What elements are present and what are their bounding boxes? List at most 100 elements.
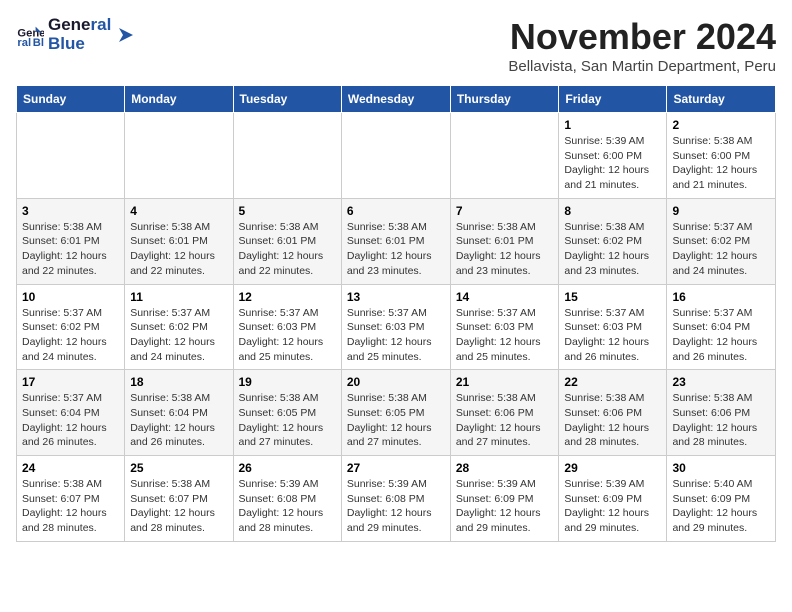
day-number: 13 (347, 290, 445, 304)
calendar-cell: 19 Sunrise: 5:38 AM Sunset: 6:05 PM Dayli… (233, 370, 341, 456)
logo-general: General (48, 16, 111, 35)
day-info: Sunrise: 5:38 AM Sunset: 6:07 PM Dayligh… (130, 477, 227, 536)
page-header: Gene ral Blue General Blue November 2024… (16, 16, 776, 75)
calendar-cell: 13 Sunrise: 5:37 AM Sunset: 6:03 PM Dayli… (341, 284, 450, 370)
day-number: 21 (456, 375, 554, 389)
day-info: Sunrise: 5:39 AM Sunset: 6:09 PM Dayligh… (564, 477, 661, 536)
calendar-cell: 6Sunrise: 5:38 AM Sunset: 6:01 PM Daylig… (341, 198, 450, 284)
day-number: 1 (564, 118, 661, 132)
calendar-cell: 9 Sunrise: 5:37 AM Sunset: 6:02 PM Daylig… (667, 198, 776, 284)
day-number: 29 (564, 461, 661, 475)
calendar-week-row: 3 Sunrise: 5:38 AM Sunset: 6:01 PM Daylig… (17, 198, 776, 284)
day-number: 18 (130, 375, 227, 389)
day-number: 23 (672, 375, 770, 389)
weekday-header-tuesday: Tuesday (233, 86, 341, 113)
day-number: 9 (672, 204, 770, 218)
day-info: Sunrise: 5:38 AM Sunset: 6:00 PM Dayligh… (672, 134, 770, 193)
day-info: Sunrise: 5:37 AM Sunset: 6:03 PM Dayligh… (347, 306, 445, 365)
day-info: Sunrise: 5:38 AM Sunset: 6:04 PM Dayligh… (130, 391, 227, 450)
calendar-header-row: SundayMondayTuesdayWednesdayThursdayFrid… (17, 86, 776, 113)
day-info: Sunrise: 5:38 AM Sunset: 6:01 PM Dayligh… (456, 220, 554, 279)
day-number: 25 (130, 461, 227, 475)
logo-blue: Blue (48, 35, 111, 54)
calendar-cell: 23 Sunrise: 5:38 AM Sunset: 6:06 PM Dayli… (667, 370, 776, 456)
day-info: Sunrise: 5:38 AM Sunset: 6:01 PM Dayligh… (22, 220, 119, 279)
day-info: Sunrise: 5:38 AM Sunset: 6:05 PM Dayligh… (239, 391, 336, 450)
logo-icon: Gene ral Blue (16, 21, 44, 49)
day-info: Sunrise: 5:40 AM Sunset: 6:09 PM Dayligh… (672, 477, 770, 536)
day-number: 3 (22, 204, 119, 218)
calendar-cell: 29 Sunrise: 5:39 AM Sunset: 6:09 PM Dayli… (559, 456, 667, 542)
day-info: Sunrise: 5:38 AM Sunset: 6:01 PM Dayligh… (239, 220, 336, 279)
calendar-cell: 4 Sunrise: 5:38 AM Sunset: 6:01 PM Daylig… (125, 198, 233, 284)
day-info: Sunrise: 5:38 AM Sunset: 6:06 PM Dayligh… (672, 391, 770, 450)
day-number: 15 (564, 290, 661, 304)
day-number: 4 (130, 204, 227, 218)
calendar-cell: 3 Sunrise: 5:38 AM Sunset: 6:01 PM Daylig… (17, 198, 125, 284)
day-number: 17 (22, 375, 119, 389)
calendar-cell: 14Sunrise: 5:37 AM Sunset: 6:03 PM Dayli… (450, 284, 559, 370)
calendar-cell: 8Sunrise: 5:38 AM Sunset: 6:02 PM Daylig… (559, 198, 667, 284)
day-number: 8 (564, 204, 661, 218)
day-number: 28 (456, 461, 554, 475)
day-info: Sunrise: 5:37 AM Sunset: 6:02 PM Dayligh… (672, 220, 770, 279)
calendar-cell: 15 Sunrise: 5:37 AM Sunset: 6:03 PM Dayli… (559, 284, 667, 370)
calendar-cell: 1Sunrise: 5:39 AM Sunset: 6:00 PM Daylig… (559, 113, 667, 199)
day-number: 19 (239, 375, 336, 389)
calendar-table: SundayMondayTuesdayWednesdayThursdayFrid… (16, 85, 776, 542)
calendar-week-row: 10 Sunrise: 5:37 AM Sunset: 6:02 PM Dayli… (17, 284, 776, 370)
calendar-cell: 16Sunrise: 5:37 AM Sunset: 6:04 PM Dayli… (667, 284, 776, 370)
weekday-header-sunday: Sunday (17, 86, 125, 113)
weekday-header-thursday: Thursday (450, 86, 559, 113)
calendar-cell: 25 Sunrise: 5:38 AM Sunset: 6:07 PM Dayli… (125, 456, 233, 542)
calendar-cell (125, 113, 233, 199)
logo-arrow-icon (115, 24, 137, 46)
calendar-cell: 30Sunrise: 5:40 AM Sunset: 6:09 PM Dayli… (667, 456, 776, 542)
month-year-title: November 2024 (508, 16, 776, 58)
calendar-cell: 27 Sunrise: 5:39 AM Sunset: 6:08 PM Dayli… (341, 456, 450, 542)
day-number: 12 (239, 290, 336, 304)
day-number: 2 (672, 118, 770, 132)
day-number: 22 (564, 375, 661, 389)
weekday-header-monday: Monday (125, 86, 233, 113)
svg-text:ral: ral (17, 37, 31, 49)
calendar-cell: 2 Sunrise: 5:38 AM Sunset: 6:00 PM Daylig… (667, 113, 776, 199)
day-number: 6 (347, 204, 445, 218)
day-info: Sunrise: 5:38 AM Sunset: 6:06 PM Dayligh… (456, 391, 554, 450)
calendar-cell: 12 Sunrise: 5:37 AM Sunset: 6:03 PM Dayli… (233, 284, 341, 370)
calendar-cell: 24 Sunrise: 5:38 AM Sunset: 6:07 PM Dayli… (17, 456, 125, 542)
day-number: 7 (456, 204, 554, 218)
day-info: Sunrise: 5:39 AM Sunset: 6:08 PM Dayligh… (239, 477, 336, 536)
day-number: 10 (22, 290, 119, 304)
day-number: 24 (22, 461, 119, 475)
calendar-cell: 28Sunrise: 5:39 AM Sunset: 6:09 PM Dayli… (450, 456, 559, 542)
day-info: Sunrise: 5:38 AM Sunset: 6:07 PM Dayligh… (22, 477, 119, 536)
calendar-cell (341, 113, 450, 199)
calendar-week-row: 24 Sunrise: 5:38 AM Sunset: 6:07 PM Dayli… (17, 456, 776, 542)
title-section: November 2024 Bellavista, San Martin Dep… (508, 16, 776, 75)
day-info: Sunrise: 5:37 AM Sunset: 6:02 PM Dayligh… (22, 306, 119, 365)
calendar-week-row: 1Sunrise: 5:39 AM Sunset: 6:00 PM Daylig… (17, 113, 776, 199)
logo: Gene ral Blue General Blue (16, 16, 137, 53)
day-number: 5 (239, 204, 336, 218)
day-info: Sunrise: 5:38 AM Sunset: 6:06 PM Dayligh… (564, 391, 661, 450)
day-number: 11 (130, 290, 227, 304)
day-info: Sunrise: 5:39 AM Sunset: 6:08 PM Dayligh… (347, 477, 445, 536)
weekday-header-saturday: Saturday (667, 86, 776, 113)
weekday-header-friday: Friday (559, 86, 667, 113)
day-info: Sunrise: 5:37 AM Sunset: 6:03 PM Dayligh… (239, 306, 336, 365)
calendar-cell: 20 Sunrise: 5:38 AM Sunset: 6:05 PM Dayli… (341, 370, 450, 456)
day-info: Sunrise: 5:38 AM Sunset: 6:01 PM Dayligh… (130, 220, 227, 279)
calendar-cell (17, 113, 125, 199)
day-info: Sunrise: 5:37 AM Sunset: 6:02 PM Dayligh… (130, 306, 227, 365)
day-info: Sunrise: 5:37 AM Sunset: 6:03 PM Dayligh… (564, 306, 661, 365)
svg-text:Blue: Blue (33, 37, 44, 49)
day-info: Sunrise: 5:38 AM Sunset: 6:05 PM Dayligh… (347, 391, 445, 450)
calendar-cell: 26Sunrise: 5:39 AM Sunset: 6:08 PM Dayli… (233, 456, 341, 542)
calendar-cell: 7 Sunrise: 5:38 AM Sunset: 6:01 PM Daylig… (450, 198, 559, 284)
day-number: 20 (347, 375, 445, 389)
day-info: Sunrise: 5:37 AM Sunset: 6:03 PM Dayligh… (456, 306, 554, 365)
day-number: 27 (347, 461, 445, 475)
calendar-cell (450, 113, 559, 199)
calendar-cell: 21 Sunrise: 5:38 AM Sunset: 6:06 PM Dayli… (450, 370, 559, 456)
